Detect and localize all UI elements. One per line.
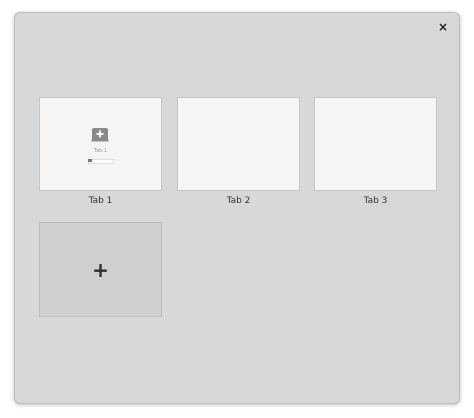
add-tab-button[interactable]: +: [39, 222, 162, 317]
preview-title: Tab 1: [93, 148, 108, 154]
preview-cursor: [88, 159, 92, 162]
tab-label-1: Tab 1: [88, 196, 113, 206]
plus-icon: +: [92, 257, 109, 282]
tab-label-3: Tab 3: [363, 196, 388, 206]
tab-thumbnail-3[interactable]: [314, 97, 437, 191]
tab-thumbnail-2[interactable]: [177, 97, 300, 191]
new-tab-icon: [91, 128, 109, 142]
tab-label-2: Tab 2: [226, 196, 251, 206]
tab-thumbnail-1[interactable]: Tab 1: [39, 97, 162, 191]
close-button[interactable]: ×: [435, 19, 451, 35]
tab-overview-window: × Tab 1 Tab 1 Tab 2 Tab 3 +: [14, 12, 460, 404]
close-icon: ×: [437, 20, 449, 34]
tab-preview: Tab 1: [40, 98, 161, 190]
